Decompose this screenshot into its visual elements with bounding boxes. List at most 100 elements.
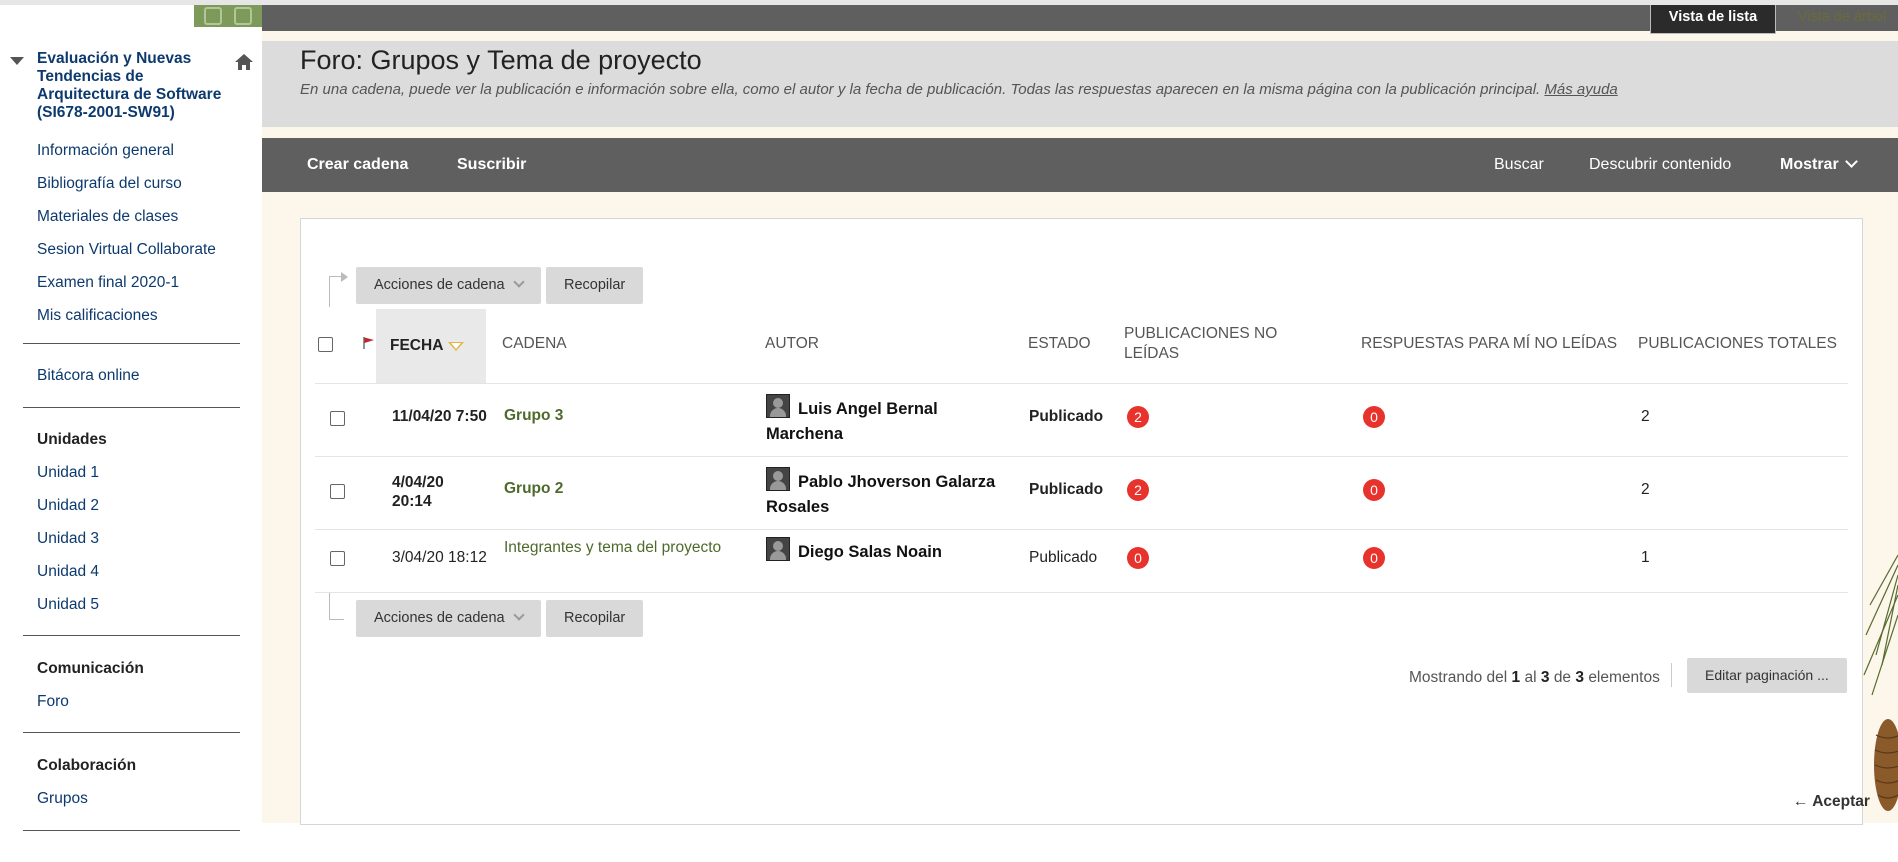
thread-actions-label: Acciones de cadena [374, 610, 505, 626]
total-posts: 2 [1641, 408, 1650, 425]
sidebar-heading-colaboracion: Colaboración [37, 757, 137, 774]
sidebar-item-bitacora[interactable]: Bitácora online [37, 367, 140, 385]
row-author[interactable]: Diego Salas Noain [766, 537, 1016, 565]
instructions-text: En una cadena, puede ver la publicación … [300, 81, 1541, 98]
column-header-cadena[interactable]: CADENA [502, 335, 567, 353]
row-status: Publicado [1029, 408, 1104, 425]
menu-tools[interactable] [194, 5, 262, 27]
thread-actions-button-top[interactable]: Acciones de cadena [356, 267, 541, 304]
search-button[interactable]: Buscar [1494, 138, 1544, 192]
sidebar-item-foro[interactable]: Foro [37, 693, 69, 711]
paging-total: 3 [1575, 669, 1584, 686]
column-header-fecha[interactable]: FECHA [376, 309, 486, 383]
column-header-estado[interactable]: ESTADO [1028, 335, 1091, 353]
sidebar-item-unidad-4[interactable]: Unidad 4 [37, 563, 99, 581]
course-title[interactable]: Evaluación y Nuevas Tendencias de Arquit… [37, 50, 233, 122]
unread-replies-badge[interactable]: 0 [1363, 406, 1385, 428]
unread-badge[interactable]: 2 [1127, 479, 1149, 501]
sidebar-item-grupos[interactable]: Grupos [37, 790, 88, 808]
sidebar-item-calificaciones[interactable]: Mis calificaciones [37, 307, 158, 325]
collect-button-top[interactable]: Recopilar [546, 267, 644, 304]
accept-link[interactable]: ← Aceptar [1793, 793, 1870, 811]
column-header-autor[interactable]: AUTOR [765, 335, 819, 353]
thread-actions-button-bottom[interactable]: Acciones de cadena [356, 600, 541, 637]
avatar [766, 394, 790, 418]
column-header-no-leidas[interactable]: PUBLICACIONES NO LEÍDAS [1124, 324, 1284, 364]
row-author[interactable]: Luis Angel Bernal Marchena [766, 394, 986, 447]
thread-list-panel: Acciones de cadena Recopilar FECHA CADEN… [300, 218, 1870, 825]
collapse-triangle-icon[interactable] [10, 57, 24, 65]
total-posts: 1 [1641, 549, 1650, 566]
sidebar-item-unidad-5[interactable]: Unidad 5 [37, 596, 99, 614]
sidebar-item-examen[interactable]: Examen final 2020-1 [37, 274, 179, 292]
paging-al: al [1524, 669, 1537, 686]
row-divider [315, 383, 1848, 384]
collect-button-bottom[interactable]: Recopilar [546, 600, 644, 637]
thread-link[interactable]: Integrantes y tema del proyecto [504, 539, 721, 557]
paging-prefix: Mostrando del [1409, 669, 1508, 686]
paging-from: 1 [1511, 669, 1521, 686]
paging-de: de [1553, 669, 1572, 686]
sidebar-item-collaborate[interactable]: Sesion Virtual Collaborate [37, 241, 216, 259]
tab-list-view[interactable]: Vista de lista [1650, 5, 1776, 34]
flag-icon[interactable] [363, 336, 375, 350]
select-all-checkbox[interactable] [318, 337, 333, 352]
total-posts: 2 [1641, 481, 1650, 498]
chevron-down-icon [1844, 155, 1858, 168]
row-status: Publicado [1029, 549, 1098, 566]
refresh-icon[interactable] [204, 7, 222, 25]
page-instructions: En una cadena, puede ver la publicación … [300, 81, 1618, 98]
unread-badge[interactable]: 0 [1127, 547, 1149, 569]
divider [23, 407, 240, 408]
row-date: 11/04/20 7:50 [392, 408, 487, 425]
action-bar: Crear cadena Suscribir Buscar Descubrir … [262, 138, 1898, 192]
main-content: Foro: Grupos y Tema de proyecto En una c… [262, 5, 1898, 862]
row-divider [315, 592, 1848, 593]
chevron-down-icon [512, 276, 525, 288]
sidebar-item-informacion[interactable]: Información general [37, 142, 174, 160]
thread-link[interactable]: Grupo 2 [504, 480, 563, 498]
column-header-totales[interactable]: PUBLICACIONES TOTALES [1638, 335, 1837, 353]
sort-descending-icon [448, 342, 464, 351]
folder-icon[interactable] [234, 7, 252, 25]
thread-link[interactable]: Grupo 3 [504, 407, 563, 425]
page-title: Foro: Grupos y Tema de proyecto [300, 45, 702, 75]
bulk-action-bracket [329, 593, 344, 620]
divider [23, 635, 240, 636]
author-name: Diego Salas Noain [798, 543, 942, 561]
row-checkbox[interactable] [330, 484, 345, 499]
fecha-label: FECHA [390, 337, 444, 354]
sidebar-item-unidad-2[interactable]: Unidad 2 [37, 497, 99, 515]
sidebar-item-materiales[interactable]: Materiales de clases [37, 208, 178, 226]
unread-replies-badge[interactable]: 0 [1363, 547, 1385, 569]
home-icon[interactable] [234, 52, 254, 72]
sidebar-heading-unidades: Unidades [37, 431, 107, 448]
sidebar-item-unidad-1[interactable]: Unidad 1 [37, 464, 99, 482]
divider [23, 732, 240, 733]
help-link[interactable]: Más ayuda [1544, 81, 1617, 98]
unread-badge[interactable]: 2 [1127, 406, 1149, 428]
avatar [766, 537, 790, 561]
row-author[interactable]: Pablo Jhoverson Galarza Rosales [766, 467, 1016, 520]
unread-replies-badge[interactable]: 0 [1363, 479, 1385, 501]
row-checkbox[interactable] [330, 411, 345, 426]
discover-content-button[interactable]: Descubrir contenido [1589, 138, 1731, 192]
show-menu-button[interactable]: Mostrar [1780, 138, 1858, 192]
show-label: Mostrar [1780, 156, 1839, 173]
paging-suffix: elementos [1588, 669, 1660, 686]
pagination-summary: Mostrando del 1 al 3 de 3 elementos [1409, 669, 1660, 687]
create-thread-button[interactable]: Crear cadena [307, 138, 408, 192]
row-checkbox[interactable] [330, 551, 345, 566]
course-menu: Evaluación y Nuevas Tendencias de Arquit… [0, 5, 262, 862]
edit-paging-button[interactable]: Editar paginación ... [1687, 658, 1847, 693]
tab-tree-view[interactable]: Vista de árbol [1782, 5, 1898, 33]
author-name: Pablo Jhoverson Galarza Rosales [766, 473, 996, 516]
pine-decoration-icon [1863, 554, 1898, 811]
divider [23, 343, 240, 344]
row-status: Publicado [1029, 481, 1104, 498]
column-header-respuestas[interactable]: RESPUESTAS PARA MÍ NO LEÍDAS [1361, 335, 1617, 353]
sidebar-item-bibliografia[interactable]: Bibliografía del curso [37, 175, 182, 193]
subscribe-button[interactable]: Suscribir [457, 138, 526, 192]
sidebar-item-unidad-3[interactable]: Unidad 3 [37, 530, 99, 548]
row-date: 4/04/20 20:14 [392, 474, 444, 510]
